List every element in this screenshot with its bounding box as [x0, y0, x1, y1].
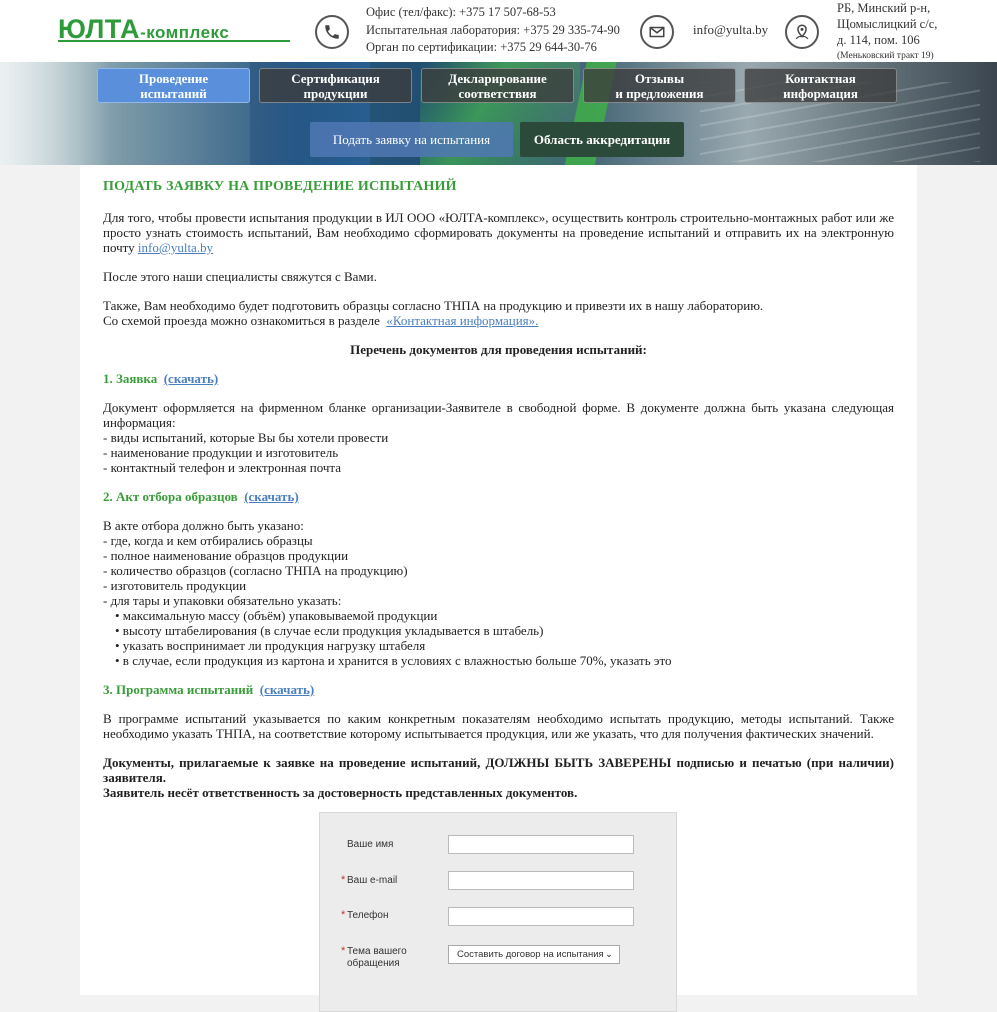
- list-item: - где, когда и кем отбирались образцы: [103, 533, 313, 548]
- list-item: - полное наименование образцов продукции: [103, 548, 349, 563]
- nav-declaration[interactable]: Декларирование соответствия: [421, 68, 574, 103]
- list-item: - виды испытаний, которые Вы бы хотели п…: [103, 430, 389, 445]
- scheme-text: Со схемой проезда можно ознакомиться в р…: [103, 313, 539, 328]
- phone-icon: [315, 15, 349, 49]
- request-form: Ваше имя * Ваш e-mail * Телефон * Тема ваше…: [319, 812, 677, 1012]
- section-3-text: В программе испытаний указывается по как…: [103, 711, 894, 741]
- section-1-text: Документ оформляется на фирменном бланке…: [103, 400, 894, 430]
- envelope-icon: [640, 15, 674, 49]
- list-item: - изготовитель продукции: [103, 578, 247, 593]
- section-2-intro: В акте отбора должно быть указано:: [103, 518, 304, 533]
- list-item: - количество образцов (согласно ТНПА на …: [103, 563, 408, 578]
- responsibility-warning: Заявитель несёт ответственность за досто…: [103, 785, 578, 800]
- email-label: * Ваш e-mail: [341, 874, 398, 886]
- office-phone[interactable]: Офис (тел/факс): +375 17 507-68-53: [366, 4, 620, 22]
- phone-input[interactable]: [448, 907, 634, 926]
- name-input[interactable]: [448, 835, 634, 854]
- certification-warning: Документы, прилагаемые к заявке на прове…: [103, 755, 894, 785]
- list-item: • высоту штабелирования (в случае если п…: [115, 623, 544, 638]
- lab-phone[interactable]: Испытательная лаборатория: +375 29 335-7…: [366, 22, 620, 40]
- contacts-link[interactable]: «Контактная информация».: [386, 313, 538, 328]
- section-2-heading: 2. Акт отбора образцов (скачать): [103, 489, 299, 504]
- list-item: - контактный телефон и электронная почта: [103, 460, 341, 475]
- logo-underline: [58, 40, 290, 42]
- intro-email-link[interactable]: info@yulta.by: [138, 240, 213, 255]
- site-header: ЮЛТА-комплекс Офис (тел/факс): +375 17 5…: [0, 0, 997, 62]
- page-title: ПОДАТЬ ЗАЯВКУ НА ПРОВЕДЕНИЕ ИСПЫТАНИЙ: [103, 179, 457, 194]
- list-item: • указать воспринимает ли продукция нагр…: [115, 638, 426, 653]
- section-3-heading: 3. Программа испытаний (скачать): [103, 682, 315, 697]
- list-item: - для тары и упаковки обязательно указат…: [103, 593, 342, 608]
- after-text: После этого наши специалисты свяжутся с …: [103, 269, 377, 284]
- map-pin-icon: [785, 15, 819, 49]
- section-1-heading: 1. Заявка (скачать): [103, 371, 219, 386]
- nav-feedback[interactable]: Отзывы и предложения: [583, 68, 736, 103]
- list-item: • в случае, если продукция из картона и …: [115, 653, 672, 668]
- header-address: РБ, Минский р-н, Щомыслицкий с/с, д. 114…: [837, 1, 938, 61]
- list-item: - наименование продукции и изготовитель: [103, 445, 339, 460]
- samples-text: Также, Вам необходимо будет подготовить …: [103, 298, 764, 313]
- nav-testing[interactable]: Проведение испытаний: [97, 68, 250, 103]
- nav-certification[interactable]: Сертификация продукции: [259, 68, 412, 103]
- topic-select[interactable]: Составить договор на испытания ⌄: [448, 945, 620, 964]
- topic-label: * Тема вашего обращения: [341, 945, 407, 969]
- download-application-link[interactable]: (скачать): [164, 371, 218, 386]
- contact-phones: Офис (тел/факс): +375 17 507-68-53 Испыт…: [366, 4, 620, 57]
- list-item: • максимальную массу (объём) упаковываем…: [115, 608, 438, 623]
- accreditation-scope-button[interactable]: Область аккредитации: [520, 122, 684, 157]
- chevron-down-icon: ⌄: [605, 949, 613, 960]
- download-sampling-act-link[interactable]: (скачать): [244, 489, 298, 504]
- documents-list-title: Перечень документов для проведения испыт…: [350, 342, 647, 357]
- submit-request-button[interactable]: Подать заявку на испытания: [310, 122, 513, 157]
- nav-contacts[interactable]: Контактная информация: [744, 68, 897, 103]
- name-label: Ваше имя: [347, 839, 394, 850]
- download-program-link[interactable]: (скачать): [260, 682, 314, 697]
- main-content: ПОДАТЬ ЗАЯВКУ НА ПРОВЕДЕНИЕ ИСПЫТАНИЙ Дл…: [80, 165, 917, 1012]
- intro-text: Для того, чтобы провести испытания проду…: [103, 210, 894, 255]
- phone-label: * Телефон: [341, 909, 389, 921]
- header-email[interactable]: info@yulta.by: [693, 22, 768, 38]
- email-input[interactable]: [448, 871, 634, 890]
- cert-phone[interactable]: Орган по сертификации: +375 29 644-30-76: [366, 39, 620, 57]
